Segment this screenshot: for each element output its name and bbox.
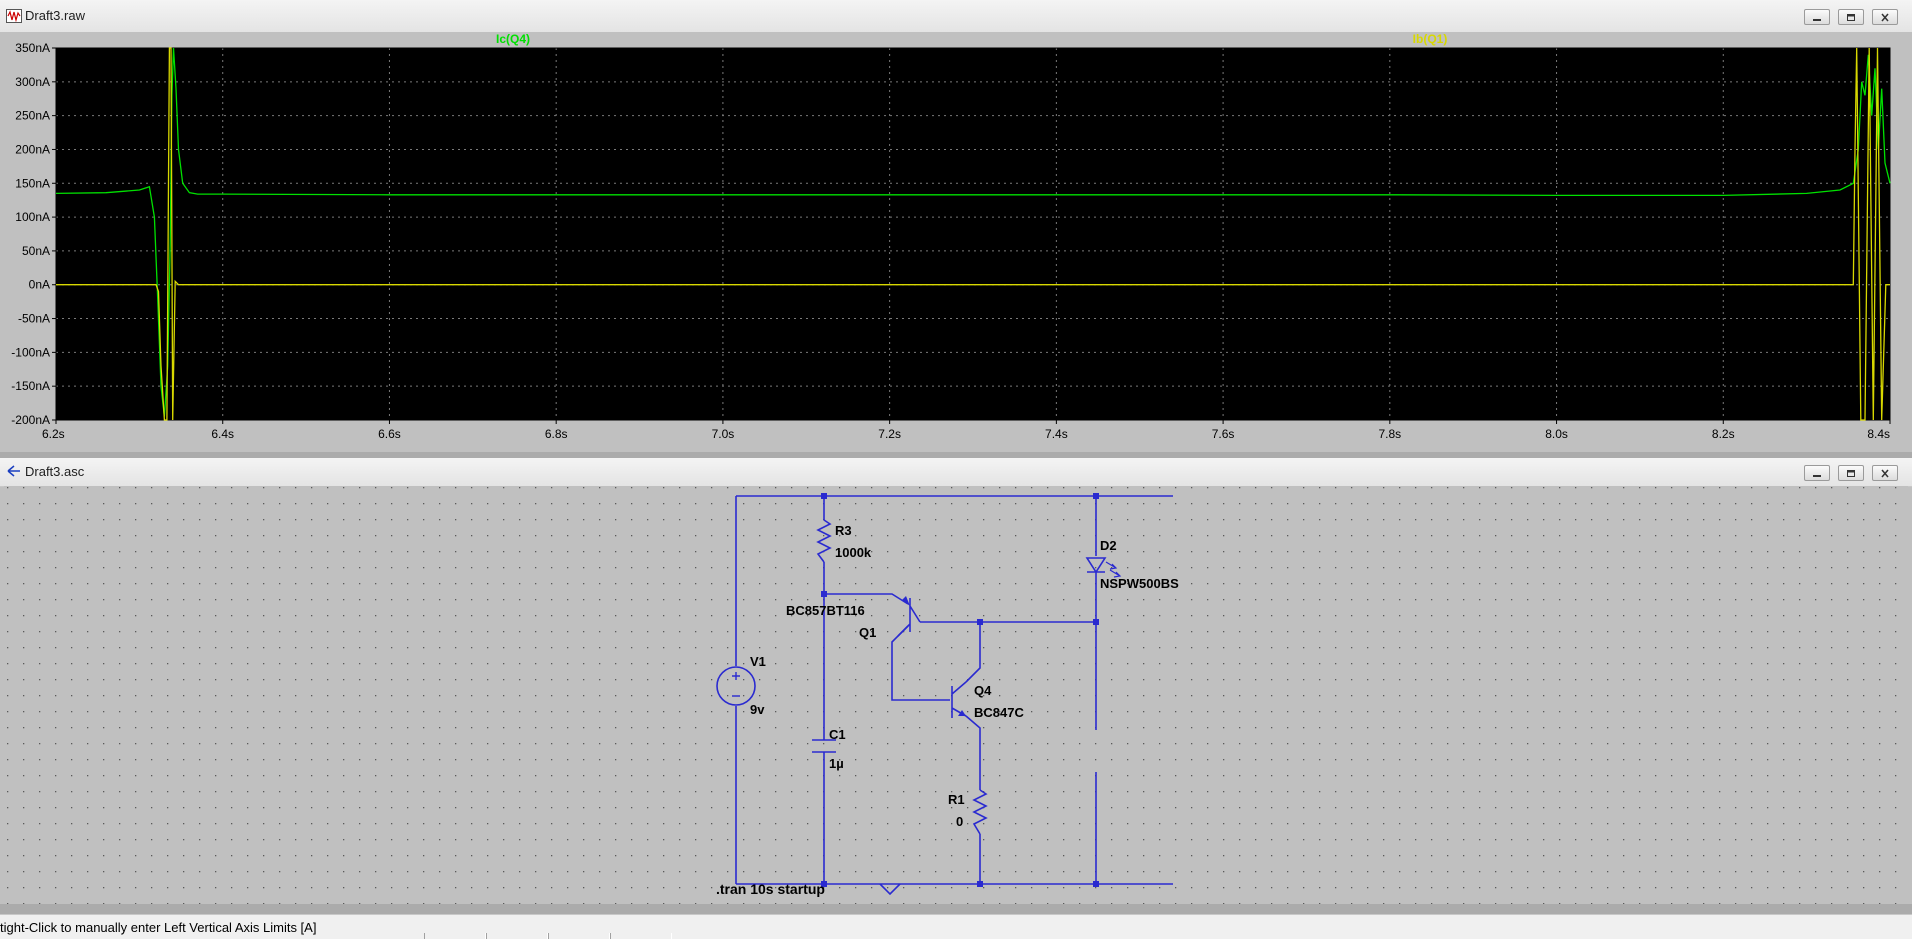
x-tick-label[interactable]: 6.6s	[378, 427, 401, 441]
x-axis-ticks[interactable]: 6.2s 6.4s 6.6s 6.8s 7.0s 7.2s 7.4s 7.6s 7.8s 8.0s…	[42, 420, 1891, 441]
close-icon	[1881, 13, 1889, 22]
minimize-button[interactable]	[1804, 465, 1830, 481]
schematic-window[interactable]: Draft3.asc R3 1000k BC857BT116 Q1 Q4 BC8…	[0, 458, 1912, 904]
x-tick-label[interactable]: 7.2s	[878, 427, 901, 441]
x-tick-label[interactable]: 8.0s	[1545, 427, 1568, 441]
d2-ref-label[interactable]: D2	[1100, 538, 1117, 553]
status-panel	[610, 933, 672, 939]
schematic-editor-icon	[7, 465, 20, 477]
waveform-viewer-icon	[6, 9, 22, 23]
q1-ref-label[interactable]: Q1	[859, 625, 876, 640]
r1-ref-label[interactable]: R1	[948, 792, 965, 807]
minimize-icon	[1813, 19, 1821, 21]
restore-button[interactable]	[1838, 9, 1864, 25]
trace-label-ib-q1[interactable]: Ib(Q1)	[1413, 32, 1448, 46]
q1-value-label[interactable]: BC857BT116	[786, 603, 865, 618]
y-tick-label[interactable]: -100nA	[11, 345, 50, 359]
x-tick-label[interactable]: 7.6s	[1212, 427, 1235, 441]
x-tick-label[interactable]: 8.2s	[1712, 427, 1735, 441]
y-tick-label[interactable]: 250nA	[15, 109, 50, 123]
x-tick-label[interactable]: 6.2s	[42, 427, 65, 441]
x-tick-label[interactable]: 7.8s	[1378, 427, 1401, 441]
y-axis-ticks[interactable]: 350nA 300nA 250nA 200nA 150nA 100nA 50nA 0nA -50…	[11, 41, 56, 427]
status-panel	[424, 933, 486, 939]
waveform-plot[interactable]: 350nA 300nA 250nA 200nA 150nA 100nA 50nA 0nA -50…	[0, 32, 1912, 452]
y-tick-label[interactable]: 350nA	[15, 41, 50, 55]
c1-ref-label[interactable]: C1	[829, 727, 846, 742]
y-tick-label[interactable]: -200nA	[11, 413, 50, 427]
q4-value-label[interactable]: BC847C	[974, 705, 1024, 720]
y-tick-label[interactable]: 300nA	[15, 75, 50, 89]
schematic-grid	[4, 486, 1908, 904]
x-tick-label[interactable]: 6.8s	[545, 427, 568, 441]
r3-ref-label[interactable]: R3	[835, 523, 852, 538]
x-tick-label[interactable]: 8.4s	[1867, 427, 1890, 441]
status-text: tight-Click to manually enter Left Verti…	[0, 920, 317, 935]
minimize-button[interactable]	[1804, 9, 1830, 25]
v1-ref-label[interactable]: V1	[750, 654, 766, 669]
status-panel	[486, 933, 548, 939]
close-icon	[1881, 469, 1889, 478]
waveform-window-title: Draft3.raw	[25, 8, 85, 23]
d2-value-label[interactable]: NSPW500BS	[1100, 576, 1179, 591]
waveform-title-bar[interactable]: Draft3.raw	[0, 0, 1912, 33]
schematic-canvas[interactable]: R3 1000k BC857BT116 Q1 Q4 BC847C V1 9v C…	[4, 486, 1908, 904]
y-tick-label[interactable]: 100nA	[15, 210, 50, 224]
y-tick-label[interactable]: -50nA	[18, 312, 50, 326]
plot-area[interactable]	[56, 48, 1890, 420]
waveform-window[interactable]: Draft3.raw 350nA 300nA 250nA 200nA 150nA 100n…	[0, 0, 1912, 452]
x-tick-label[interactable]: 7.0s	[712, 427, 735, 441]
q4-ref-label[interactable]: Q4	[974, 683, 992, 698]
minimize-icon	[1813, 475, 1821, 477]
status-panel	[548, 933, 610, 939]
schematic-title-bar[interactable]: Draft3.asc	[0, 458, 1912, 487]
spice-directive[interactable]: .tran 10s startup	[716, 881, 825, 897]
r3-value-label[interactable]: 1000k	[835, 545, 872, 560]
x-tick-label[interactable]: 7.4s	[1045, 427, 1068, 441]
close-button[interactable]	[1872, 465, 1898, 481]
schematic-window-title: Draft3.asc	[25, 464, 85, 479]
status-bar: tight-Click to manually enter Left Verti…	[0, 914, 1912, 939]
v1-value-label[interactable]: 9v	[750, 702, 765, 717]
y-tick-label[interactable]: 200nA	[15, 142, 50, 156]
y-tick-label[interactable]: 0nA	[29, 278, 50, 292]
restore-button[interactable]	[1838, 465, 1864, 481]
y-tick-label[interactable]: 150nA	[15, 176, 50, 190]
trace-label-ic-q4[interactable]: Ic(Q4)	[496, 32, 530, 46]
y-tick-label[interactable]: -150nA	[11, 379, 50, 393]
restore-icon	[1847, 470, 1855, 477]
close-button[interactable]	[1872, 9, 1898, 25]
restore-icon	[1847, 14, 1855, 21]
y-tick-label[interactable]: 50nA	[22, 244, 50, 258]
c1-value-label[interactable]: 1µ	[829, 756, 844, 771]
r1-value-label[interactable]: 0	[956, 814, 963, 829]
x-tick-label[interactable]: 6.4s	[211, 427, 234, 441]
